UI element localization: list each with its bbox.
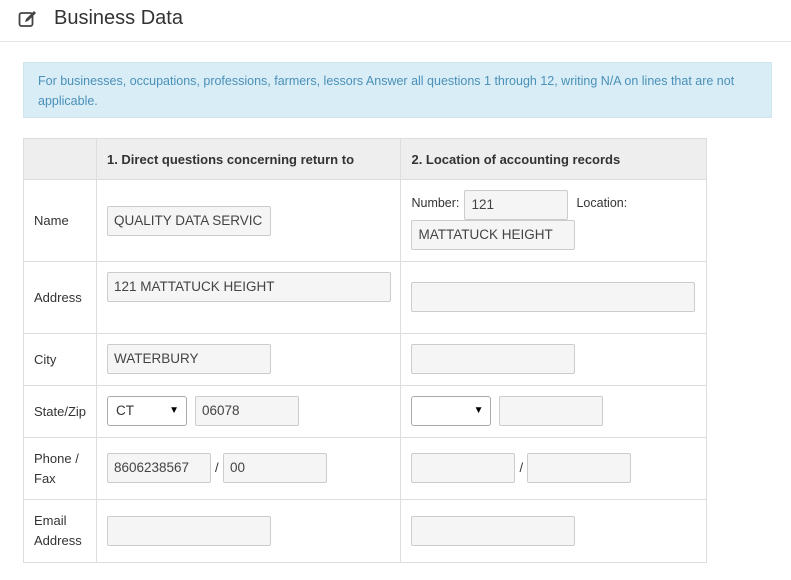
label-address: Address: [23, 261, 97, 334]
label-state-zip: State/Zip: [23, 385, 97, 438]
phone-fax-label-text: Phone / Fax: [34, 450, 79, 486]
cell-records-address: [400, 261, 707, 334]
label-name: Name: [23, 179, 97, 262]
table-row-name: Name QUALITY DATA SERVIC Number: 121 Loc…: [23, 179, 707, 262]
table-row-address: Address 121 MATTATUCK HEIGHT: [23, 261, 707, 334]
return-address-input[interactable]: 121 MATTATUCK HEIGHT: [106, 272, 391, 302]
table-row-phone-fax: Phone / Fax 8606238567 / 00 /: [23, 437, 707, 500]
return-phone-input[interactable]: 8606238567: [106, 453, 211, 483]
return-city-input[interactable]: WATERBURY: [106, 344, 271, 374]
records-phone-input[interactable]: [411, 453, 516, 483]
cell-records-name: Number: 121 Location: MATTATUCK HEIGHT: [400, 179, 707, 262]
number-label: Number:: [411, 196, 460, 210]
page-title: Business Data: [54, 7, 183, 29]
table-header-row: 1. Direct questions concerning return to…: [23, 138, 707, 180]
records-location-input[interactable]: MATTATUCK HEIGHT: [411, 220, 576, 250]
business-data-table: 1. Direct questions concerning return to…: [23, 138, 707, 563]
cell-records-email: [400, 499, 707, 563]
cell-return-city: WATERBURY: [95, 333, 402, 386]
label-city: City: [23, 333, 97, 386]
return-name-input[interactable]: QUALITY DATA SERVIC: [106, 206, 271, 236]
cell-return-address: 121 MATTATUCK HEIGHT: [95, 261, 402, 334]
header-empty: [23, 138, 97, 180]
cell-records-state-zip: ▼: [400, 385, 707, 438]
records-email-input[interactable]: [411, 516, 576, 546]
chevron-down-icon: ▼: [473, 405, 484, 416]
cell-records-city: [400, 333, 707, 386]
edit-icon: [18, 11, 36, 27]
phone-fax-separator: /: [519, 460, 524, 475]
records-address-input[interactable]: [411, 282, 696, 312]
return-fax-input[interactable]: 00: [222, 453, 327, 483]
header-return-contact: 1. Direct questions concerning return to: [95, 138, 402, 180]
cell-return-phone-fax: 8606238567 / 00: [95, 437, 402, 500]
cell-return-name: QUALITY DATA SERVIC: [95, 179, 402, 262]
cell-records-phone-fax: /: [400, 437, 707, 500]
phone-fax-separator: /: [214, 460, 219, 475]
records-city-input[interactable]: [411, 344, 576, 374]
cell-return-state-zip: CT ▼ 06078: [95, 385, 402, 438]
header-records-location: 2. Location of accounting records: [400, 138, 707, 180]
cell-return-email: [95, 499, 402, 563]
table-row-state-zip: State/Zip CT ▼ 06078 ▼: [23, 385, 707, 438]
records-zip-input[interactable]: [499, 396, 604, 426]
chevron-down-icon: ▼: [169, 405, 179, 416]
label-email: Email Address: [23, 499, 97, 563]
table-row-email: Email Address: [23, 499, 707, 563]
label-phone-fax: Phone / Fax: [23, 437, 97, 500]
info-notice: For businesses, occupations, professions…: [23, 62, 772, 118]
page-header: Business Data: [0, 0, 791, 42]
return-state-value: CT: [115, 403, 134, 418]
email-label-text: Email Address: [34, 513, 82, 548]
return-state-select[interactable]: CT ▼: [106, 396, 187, 426]
return-email-input[interactable]: [106, 516, 271, 546]
table-row-city: City WATERBURY: [23, 333, 707, 386]
return-zip-input[interactable]: 06078: [194, 396, 299, 426]
location-label: Location:: [576, 196, 628, 210]
records-state-select[interactable]: ▼: [411, 396, 492, 426]
records-number-input[interactable]: 121: [464, 190, 569, 220]
records-fax-input[interactable]: [527, 453, 632, 483]
